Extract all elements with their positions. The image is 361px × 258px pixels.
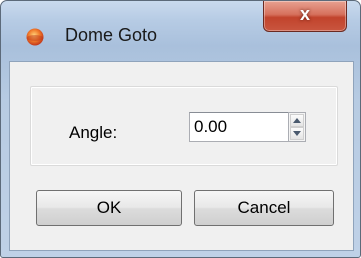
arrow-down-icon (293, 131, 301, 136)
title-bar[interactable]: Dome Goto x (1, 1, 360, 47)
close-icon: x (299, 4, 310, 24)
window-title: Dome Goto (65, 25, 158, 45)
spin-down-button[interactable] (290, 127, 304, 140)
dialog-client-area: Angle: OK Cancel (9, 61, 354, 251)
cancel-button[interactable]: Cancel (194, 190, 334, 226)
angle-label: Angle: (69, 123, 118, 142)
app-sun-icon (25, 27, 45, 47)
arrow-up-icon (293, 118, 301, 123)
angle-input[interactable] (189, 112, 289, 142)
angle-group-box: Angle: (30, 86, 338, 166)
close-button[interactable]: x (263, 1, 347, 32)
ok-button[interactable]: OK (36, 190, 182, 226)
angle-spinner (288, 112, 306, 142)
spin-up-button[interactable] (290, 114, 304, 127)
dialog-window: Dome Goto x Angle: OK Can (0, 0, 361, 258)
